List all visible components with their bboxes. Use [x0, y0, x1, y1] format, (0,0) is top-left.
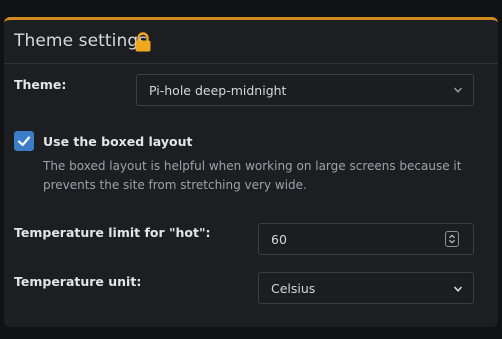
boxed-layout-help: The boxed layout is helpful when working… [43, 159, 462, 192]
chevron-down-icon [453, 87, 463, 93]
temperature-limit-value: 60 [271, 232, 287, 247]
temperature-limit-input[interactable]: 60 [258, 223, 474, 255]
boxed-layout-checkbox[interactable] [14, 131, 34, 151]
temperature-unit-select[interactable]: Celsius [258, 272, 474, 304]
panel-title: Theme settings [14, 31, 148, 51]
chevron-down-icon [453, 286, 463, 292]
number-spinner-icon[interactable] [445, 231, 459, 247]
temperature-unit-value: Celsius [271, 281, 316, 296]
boxed-layout-label[interactable]: Use the boxed layout [43, 134, 192, 149]
temperature-unit-label: Temperature unit: [14, 274, 142, 289]
lock-icon [135, 32, 151, 52]
theme-select-value: Pi-hole deep-midnight [149, 83, 287, 98]
panel-header: Theme settings [4, 20, 498, 64]
theme-label: Theme: [14, 77, 67, 92]
theme-select[interactable]: Pi-hole deep-midnight [136, 74, 474, 106]
checkmark-icon [17, 136, 31, 147]
temperature-limit-label: Temperature limit for "hot": [14, 225, 211, 240]
theme-settings-panel: Theme settings Theme: Pi-hole deep-midni… [4, 17, 498, 327]
